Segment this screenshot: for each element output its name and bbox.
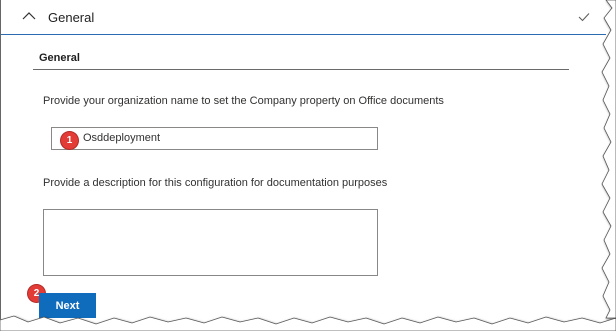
accordion-title: General [48, 10, 95, 25]
chevron-up-icon[interactable] [22, 11, 36, 21]
description-label: Provide a description for this configura… [43, 177, 388, 189]
panel-heading: General [39, 52, 80, 64]
description-textarea[interactable] [43, 209, 378, 276]
step-badge-1: 1 [61, 132, 78, 149]
checkmark-icon [578, 13, 590, 22]
organization-name-value[interactable]: Osddeployment [83, 132, 160, 144]
accordion-header-general[interactable]: General [0, 0, 606, 35]
organization-name-label: Provide your organization name to set th… [43, 95, 444, 107]
heading-divider [33, 69, 569, 70]
torn-edge-frame [0, 0, 616, 331]
next-button[interactable]: Next [39, 293, 96, 318]
